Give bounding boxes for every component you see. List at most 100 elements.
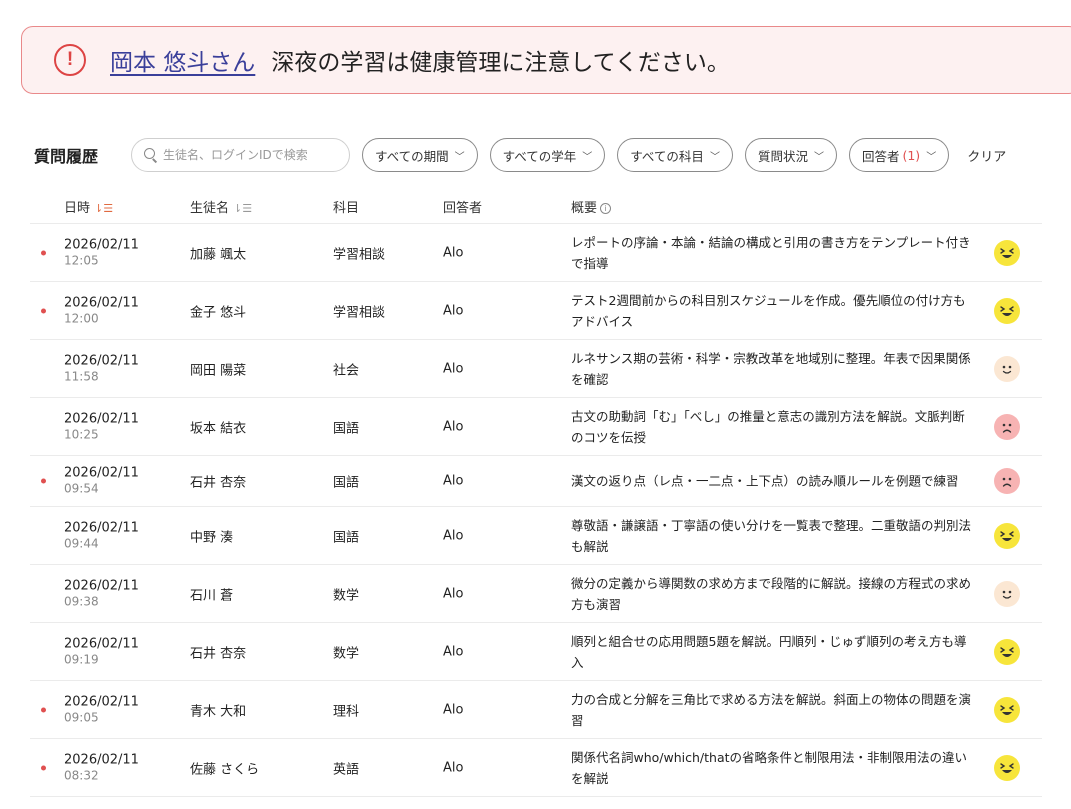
- chevron-down-icon: ﹀: [454, 151, 465, 163]
- answerer-filter-count: (1): [902, 147, 921, 163]
- chevron-down-icon: ﹀: [709, 151, 720, 163]
- search-box[interactable]: [131, 138, 351, 172]
- table-row[interactable]: 2026/02/11 09:44 中野 湊 国語 Alo 尊敬語・謙譲語・丁寧語の使い分け…: [30, 507, 1042, 565]
- row-answerer: Alo: [443, 303, 464, 318]
- row-datetime: 2026/02/11 09:38: [64, 578, 139, 609]
- table-row[interactable]: 2026/02/11 08:32 佐藤 さくら 英語 Alo 関係代名詞who/which…: [30, 739, 1042, 797]
- subject-filter-label: すべての科目: [630, 148, 704, 164]
- row-summary: 漢文の返り点（レ点・一二点・上下点）の読み順ルールを例題で練習: [571, 473, 959, 489]
- info-icon[interactable]: i: [600, 203, 612, 214]
- sad-face-icon: [994, 413, 1020, 440]
- row-date: 2026/02/11: [64, 353, 139, 368]
- unread-dot: [41, 707, 46, 712]
- row-datetime: 2026/02/11 12:05: [64, 237, 139, 268]
- row-subject: 英語: [333, 762, 360, 777]
- row-time: 12:05: [64, 253, 99, 267]
- subject-filter[interactable]: すべての科目 ﹀: [617, 138, 733, 172]
- alert-message: 深夜の学習は健康管理に注意してください。: [271, 50, 730, 76]
- period-filter[interactable]: すべての期間 ﹀: [362, 138, 478, 172]
- row-date: 2026/02/11: [64, 411, 139, 426]
- answerer-filter-label: 回答者: [861, 148, 900, 164]
- row-subject: 学習相談: [333, 247, 386, 262]
- alert-student-link[interactable]: 岡本 悠斗さん: [110, 43, 255, 77]
- row-date: 2026/02/11: [64, 520, 139, 535]
- row-date: 2026/02/11: [64, 694, 139, 709]
- mood-icon: [994, 522, 1020, 549]
- page-title: 質問履歴: [34, 147, 99, 166]
- table-row[interactable]: 2026/02/11 12:05 加藤 颯太 学習相談 Alo レポートの序論・本論・結論…: [30, 224, 1042, 282]
- status-filter[interactable]: 質問状況 ﹀: [744, 138, 837, 172]
- row-summary: 微分の定義から導関数の求め方まで段階的に解説。接線の方程式の求め方も演習: [571, 575, 972, 612]
- row-date: 2026/02/11: [64, 578, 139, 593]
- row-student: 石井 杏奈: [190, 646, 247, 661]
- table-row[interactable]: 2026/02/11 12:00 金子 悠斗 学習相談 Alo テスト2週間前からの科目別…: [30, 282, 1042, 340]
- table-row[interactable]: 2026/02/11 09:54 石井 杏奈 国語 Alo 漢文の返り点（レ点・一二点・上…: [30, 456, 1042, 507]
- happy-face-icon: [994, 522, 1020, 549]
- row-summary: 尊敬語・謙譲語・丁寧語の使い分けを一覧表で整理。二重敬語の判別法も解説: [571, 517, 972, 554]
- grade-filter[interactable]: すべての学年 ﹀: [489, 138, 606, 172]
- late-night-alert: ! 岡本 悠斗さん 深夜の学習は健康管理に注意してください。: [21, 26, 1071, 94]
- happy-face-icon: [994, 754, 1020, 781]
- row-datetime: 2026/02/11 10:25: [64, 411, 139, 442]
- column-header-subject: 科目: [333, 201, 360, 216]
- search-input[interactable]: [163, 148, 344, 162]
- sort-desc-icon: ⇂☰: [94, 202, 114, 215]
- column-header-student[interactable]: 生徒名 ⇂☰: [190, 197, 252, 216]
- status-filter-label: 質問状況: [757, 148, 808, 164]
- table-row[interactable]: 2026/02/11 09:05 青木 大和 理科 Alo 力の合成と分解を三角比で求める…: [30, 681, 1042, 739]
- mood-icon: [994, 754, 1020, 781]
- unread-dot: [41, 478, 46, 484]
- row-time: 12:00: [64, 311, 99, 325]
- grade-filter-label: すべての学年: [502, 148, 577, 164]
- row-summary: ルネサンス期の芸術・科学・宗教改革を地域別に整理。年表で因果関係を確認: [571, 350, 971, 387]
- row-summary: レポートの序論・本論・結論の構成と引用の書き方をテンプレート付きで指導: [571, 234, 971, 271]
- answerer-filter[interactable]: 回答者 (1) ﹀: [848, 138, 950, 172]
- row-subject: 国語: [333, 475, 360, 491]
- row-time: 09:44: [64, 536, 99, 550]
- row-summary: テスト2週間前からの科目別スケジュールを作成。優先順位の付け方もアドバイス: [571, 292, 966, 329]
- row-time: 09:19: [64, 652, 99, 666]
- column-header-summary: 概要 i: [571, 197, 971, 216]
- column-header-date-label: 日時: [64, 201, 91, 216]
- unread-dot: [41, 765, 46, 770]
- row-datetime: 2026/02/11 09:05: [64, 694, 139, 725]
- mood-icon: [994, 580, 1020, 607]
- happy-face-icon: [994, 297, 1020, 324]
- row-datetime: 2026/02/11 11:58: [64, 353, 139, 384]
- mood-icon: [994, 696, 1020, 723]
- exclamation-circle-icon: !: [54, 44, 86, 76]
- chevron-down-icon: ﹀: [926, 151, 937, 163]
- column-header-summary-label: 概要: [571, 201, 598, 216]
- row-time: 10:25: [64, 427, 99, 441]
- clear-filters-button[interactable]: クリア: [967, 146, 1006, 165]
- row-subject: 数学: [333, 646, 360, 661]
- row-subject: 国語: [333, 530, 360, 545]
- happy-face-icon: [994, 638, 1020, 665]
- row-summary: 力の合成と分解を三角比で求める方法を解説。斜面上の物体の問題を演習: [571, 691, 972, 728]
- table-row[interactable]: 2026/02/11 09:38 石川 蒼 数学 Alo 微分の定義から導関数の求め方まで…: [30, 565, 1042, 623]
- sort-icon: ⇂☰: [233, 202, 253, 215]
- row-student: 坂本 結衣: [190, 421, 247, 436]
- row-subject: 学習相談: [333, 305, 386, 320]
- row-time: 09:54: [64, 481, 99, 496]
- row-student: 加藤 颯太: [190, 247, 247, 262]
- chevron-down-icon: ﹀: [813, 151, 824, 163]
- row-answerer: Alo: [443, 528, 464, 543]
- mood-icon: [994, 355, 1020, 382]
- row-answerer: Alo: [443, 586, 464, 601]
- table-row[interactable]: 2026/02/11 11:58 岡田 陽菜 社会 Alo ルネサンス期の芸術・科学・宗教…: [30, 340, 1042, 398]
- row-student: 石井 杏奈: [190, 475, 247, 491]
- row-time: 11:58: [64, 369, 99, 383]
- table-row[interactable]: 2026/02/11 10:25 坂本 結衣 国語 Alo 古文の助動詞「む」「べし」の推…: [30, 398, 1042, 456]
- column-header-date[interactable]: 日時 ⇂☰: [64, 197, 113, 216]
- question-history-table: 日時 ⇂☰ 生徒名 ⇂☰ 科目 回答者 概要 i 2026/02/11 12:05 加藤 …: [30, 186, 1042, 797]
- mood-icon: [994, 638, 1020, 665]
- neutral-face-icon: [994, 355, 1020, 382]
- row-time: 09:05: [64, 710, 99, 724]
- mood-icon: [994, 468, 1020, 494]
- table-row[interactable]: 2026/02/11 09:19 石井 杏奈 数学 Alo 順列と組合せの応用問題5題を解…: [30, 623, 1042, 681]
- row-student: 金子 悠斗: [190, 305, 247, 320]
- search-icon: [144, 148, 158, 162]
- column-header-answerer: 回答者: [443, 201, 483, 216]
- row-subject: 理科: [333, 704, 360, 719]
